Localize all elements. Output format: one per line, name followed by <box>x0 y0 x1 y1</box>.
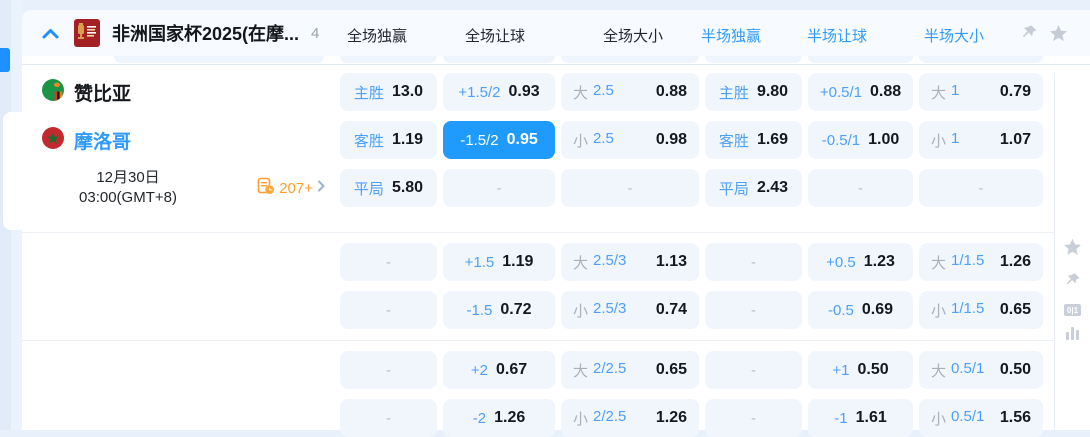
alt-lines-section-1: - +1.5 1.19 大 2.5/3 1.13 - +0.5 1.23 大 1/1.5 1… <box>22 243 1090 329</box>
alt-odds-grid-2: - +2 0.67 大 2/2.5 0.65 - +1 0.50 大 0.5/1 0.50 … <box>340 351 1043 437</box>
odds-cell-ht-under[interactable]: 小 1/1.5 0.65 <box>919 291 1043 329</box>
match-date: 12月30日 <box>96 168 160 186</box>
odds-cell-ft-over[interactable]: 大 2/2.5 0.65 <box>561 351 699 389</box>
tab-halftime-1x2[interactable]: 半场独赢 <box>696 25 766 46</box>
scrolled-row-peek <box>22 56 1090 73</box>
odds-cell-ft-hdp-home[interactable]: +1.5/2 0.93 <box>443 73 555 111</box>
star-pin-icon[interactable] <box>1049 24 1068 42</box>
odds-cell-ft-home[interactable]: 主胜 13.0 <box>340 73 437 111</box>
odds-cell-ft-hdp[interactable]: -1.5 0.72 <box>443 291 555 329</box>
odds-cell-ht-hdp[interactable]: +0.5 1.23 <box>808 243 913 281</box>
match-meta-row: 12月30日 03:00(GMT+8) 207+ <box>22 169 340 207</box>
odds-cell-ft-draw[interactable]: 平局 5.80 <box>340 169 437 207</box>
markets-history-icon <box>257 177 275 200</box>
odds-cell-ft-over[interactable]: 大 2.5 0.88 <box>561 73 699 111</box>
odds-cell-empty[interactable]: - <box>705 351 802 389</box>
match-time: 03:00(GMT+8) <box>79 189 177 206</box>
odds-cell-ht-under[interactable]: 小 0.5/1 1.56 <box>919 399 1043 437</box>
odds-cell-ht-under[interactable]: 小 1 1.07 <box>919 121 1043 159</box>
away-team-row[interactable]: 摩洛哥 <box>22 121 340 159</box>
chevron-right-icon <box>317 179 325 197</box>
pin-match-icon[interactable] <box>1065 272 1081 293</box>
league-card: 非洲国家杯2025(在摩... 4 全场独赢 全场让球 全场大小 半场独赢 半场… <box>22 10 1090 437</box>
odds-cell-empty[interactable]: - <box>340 351 437 389</box>
alt-odds-grid-1: - +1.5 1.19 大 2.5/3 1.13 - +0.5 1.23 大 1/1.5 1… <box>340 243 1043 329</box>
odds-cell-empty[interactable]: - <box>340 399 437 437</box>
odds-cell-empty[interactable]: - <box>443 169 555 207</box>
league-logo-icon <box>74 19 100 47</box>
odds-cell-ft-under[interactable]: 小 2/2.5 1.26 <box>561 399 699 437</box>
home-team-flag-icon <box>42 78 64 106</box>
odds-cell-ht-draw[interactable]: 平局 2.43 <box>705 169 802 207</box>
tab-halftime-overunder[interactable]: 半场大小 <box>919 25 989 46</box>
odds-cell-empty[interactable]: - <box>808 169 913 207</box>
tab-fulltime-handicap[interactable]: 全场让球 <box>460 25 530 46</box>
odds-cell-ht-over[interactable]: 大 1/1.5 1.26 <box>919 243 1043 281</box>
odds-cell-ft-over[interactable]: 大 2.5/3 1.13 <box>561 243 699 281</box>
main-odds-section: 赞比亚 摩洛哥 12月30日 03:00(GMT+8) 207+ 主胜 13.0… <box>22 73 1090 217</box>
match-datetime: 12月30日 03:00(GMT+8) <box>42 168 208 209</box>
odds-cell-empty[interactable]: - <box>340 291 437 329</box>
away-team-name: 摩洛哥 <box>74 131 132 153</box>
league-title[interactable]: 非洲国家杯2025(在摩... <box>112 20 299 46</box>
odds-cell-empty[interactable]: - <box>561 169 699 207</box>
odds-cell-empty[interactable]: - <box>705 399 802 437</box>
section-divider <box>22 232 1054 233</box>
tab-fulltime-overunder[interactable]: 全场大小 <box>598 25 668 46</box>
odds-cell-ft-hdp[interactable]: +2 0.67 <box>443 351 555 389</box>
empty-info-column <box>22 351 340 437</box>
page-left-edge <box>0 0 22 430</box>
odds-cell-ht-hdp[interactable]: +1 0.50 <box>808 351 913 389</box>
match-count: 4 <box>311 24 320 42</box>
odds-cell-ht-hdp[interactable]: -0.5 0.69 <box>808 291 913 329</box>
main-odds-grid: 主胜 13.0 +1.5/2 0.93 大 2.5 0.88 主胜 9.80 +0.5/1… <box>340 73 1043 217</box>
alt-lines-section-2: - +2 0.67 大 2/2.5 0.65 - +1 0.50 大 0.5/1 0.50 … <box>22 351 1090 437</box>
match-tools-rail: 0|1 <box>1054 73 1090 430</box>
odds-cell-ht-hdp-away[interactable]: -0.5/1 1.00 <box>808 121 913 159</box>
odds-cell-ht-away[interactable]: 客胜 1.69 <box>705 121 802 159</box>
odds-cell-ht-home[interactable]: 主胜 9.80 <box>705 73 802 111</box>
odds-cell-ft-hdp[interactable]: -2 1.26 <box>443 399 555 437</box>
home-team-row[interactable]: 赞比亚 <box>22 73 340 111</box>
background-card-edge <box>3 112 22 230</box>
odds-cell-ht-over[interactable]: 大 0.5/1 0.50 <box>919 351 1043 389</box>
stats-chart-icon[interactable] <box>1066 327 1079 340</box>
odds-cell-empty[interactable]: - <box>705 243 802 281</box>
corner-score-icon[interactable]: 0|1 <box>1064 304 1081 316</box>
odds-cell-ft-under[interactable]: 小 2.5 0.98 <box>561 121 699 159</box>
header-divider <box>22 64 1090 65</box>
odds-cell-empty[interactable]: - <box>340 243 437 281</box>
odds-cell-ht-hdp[interactable]: -1 1.61 <box>808 399 913 437</box>
odds-cell-ft-hdp[interactable]: +1.5 1.19 <box>443 243 555 281</box>
odds-cell-empty[interactable]: - <box>919 169 1043 207</box>
pushpin-icon[interactable] <box>1021 24 1038 41</box>
collapse-chevron-up-icon[interactable] <box>42 28 59 39</box>
league-header: 非洲国家杯2025(在摩... 4 全场独赢 全场让球 全场大小 半场独赢 半场… <box>22 10 1090 56</box>
empty-info-column <box>22 243 340 329</box>
odds-cell-empty[interactable]: - <box>705 291 802 329</box>
away-team-flag-icon <box>42 126 64 154</box>
odds-cell-ft-away[interactable]: 客胜 1.19 <box>340 121 437 159</box>
odds-cell-ft-under[interactable]: 小 2.5/3 0.74 <box>561 291 699 329</box>
more-markets-count: 207+ <box>279 179 313 197</box>
odds-cell-ht-over[interactable]: 大 1 0.79 <box>919 73 1043 111</box>
odds-cell-ht-hdp-home[interactable]: +0.5/1 0.88 <box>808 73 913 111</box>
tab-fulltime-1x2[interactable]: 全场独赢 <box>342 25 412 46</box>
scroll-accent <box>0 48 10 72</box>
more-markets-link[interactable]: 207+ <box>257 177 325 200</box>
odds-cell-ft-hdp-away-selected[interactable]: -1.5/2 0.95 <box>443 121 555 159</box>
favorite-star-icon[interactable] <box>1063 238 1082 261</box>
tab-halftime-handicap[interactable]: 半场让球 <box>802 25 872 46</box>
home-team-name: 赞比亚 <box>74 83 132 105</box>
match-info-column: 赞比亚 摩洛哥 12月30日 03:00(GMT+8) 207+ <box>22 73 340 217</box>
section-divider <box>22 340 1054 341</box>
